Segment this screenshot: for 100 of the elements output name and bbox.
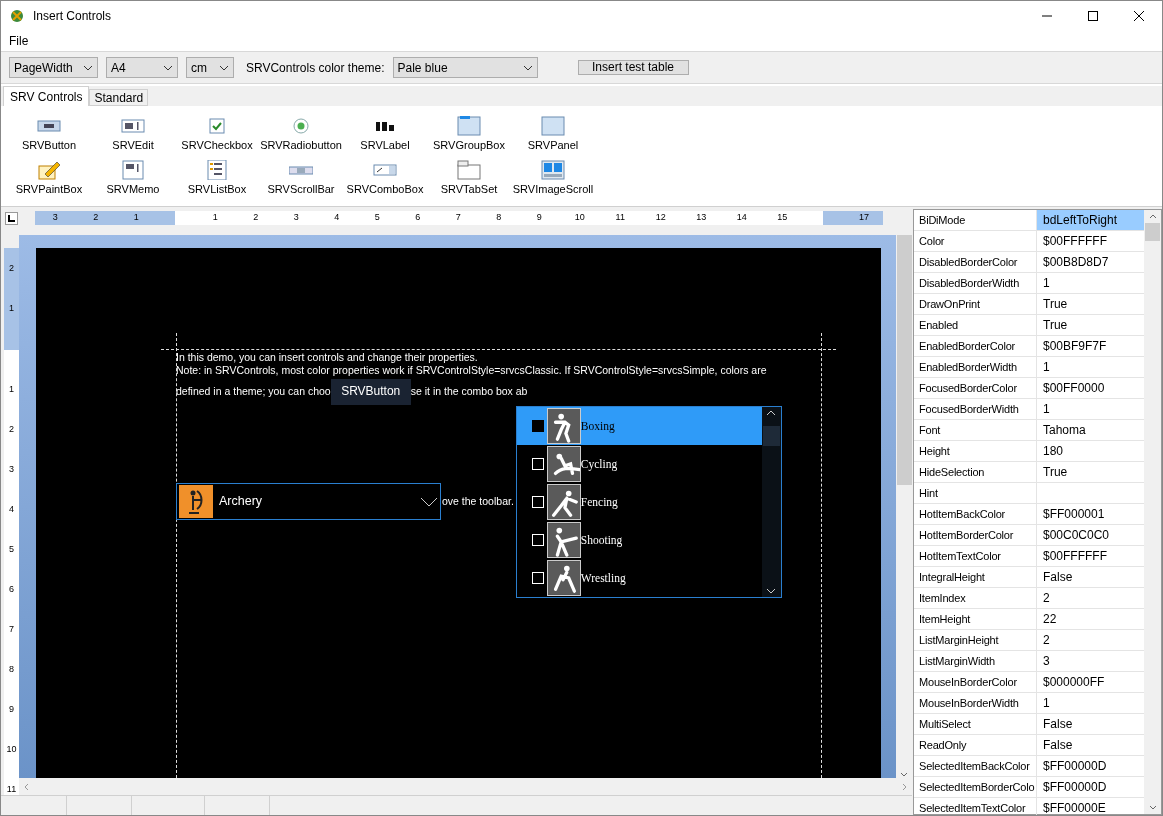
paragraph-text: ove the toolbar. [442,495,514,508]
property-row[interactable]: SelectedItemBackColor $FF00000D [914,756,1144,777]
property-row[interactable]: HotItemBackColor $FF000001 [914,504,1144,525]
inline-button[interactable]: SRVButton [330,378,411,405]
property-row[interactable]: Font Tahoma [914,420,1144,441]
palette-item[interactable]: SRVScrollBar [259,160,343,204]
property-value[interactable]: $00B8D8D7 [1043,255,1109,269]
palette-item[interactable]: SRVGroupBox [427,116,511,160]
property-value[interactable]: $FF00000E [1043,801,1106,815]
property-value[interactable]: 2 [1043,591,1050,605]
property-value[interactable]: 180 [1043,444,1064,458]
property-value[interactable]: $00FFFFFF [1043,549,1107,563]
property-value[interactable]: $000000FF [1043,675,1105,689]
palette-item[interactable]: SRVLabel [343,116,427,160]
property-row[interactable]: HotItemBorderColor $00C0C0C0 [914,525,1144,546]
property-value[interactable]: $00BF9F7F [1043,339,1107,353]
property-row[interactable]: Color $00FFFFFF [914,231,1144,252]
palette-item[interactable]: SRVImageScroll [511,160,595,204]
property-row[interactable]: DisabledBorderWidth 1 [914,273,1144,294]
scrollbar-thumb[interactable] [762,426,780,446]
property-row[interactable]: IntegralHeight False [914,567,1144,588]
property-row[interactable]: MouseInBorderColor $000000FF [914,672,1144,693]
property-value[interactable]: $FF000001 [1043,507,1105,521]
ruler-corner-icon[interactable] [5,211,18,225]
property-value[interactable]: 1 [1043,360,1050,374]
palette-item[interactable]: SRVRadiobutton [259,116,343,160]
insert-table-button[interactable]: Insert test table [577,60,689,75]
property-value[interactable]: False [1043,738,1073,752]
dropdown[interactable]: PageWidth [9,57,98,78]
palette-item[interactable]: SRVEdit [91,116,175,160]
list-item[interactable]: Cycling [516,445,762,483]
property-value[interactable]: True [1043,297,1068,311]
palette-item[interactable]: SRVTabSet [427,160,511,204]
property-name: SelectedItemBackColor [919,760,1030,772]
property-value[interactable]: 22 [1043,612,1057,626]
property-row[interactable]: MultiSelect False [914,714,1144,735]
properties-scrollbar[interactable] [1144,210,1161,814]
property-value[interactable]: 2 [1043,633,1050,647]
scrollbar[interactable] [761,407,781,597]
palette-item[interactable]: SRVListBox [175,160,259,204]
property-row[interactable]: ReadOnly False [914,735,1144,756]
property-row[interactable]: HotItemTextColor $00FFFFFF [914,546,1144,567]
property-value[interactable]: True [1043,318,1068,332]
property-row[interactable]: Hint [914,483,1144,504]
property-value[interactable]: 3 [1043,654,1050,668]
menu-item[interactable]: File [9,32,29,50]
property-row[interactable]: EnabledBorderWidth 1 [914,357,1144,378]
property-value[interactable]: Tahoma [1043,423,1086,437]
property-row[interactable]: MouseInBorderWidth 1 [914,693,1144,714]
palette-item[interactable]: SRVMemo [91,160,175,204]
list-item[interactable]: Shooting [516,521,762,559]
property-value[interactable]: $00FFFFFF [1043,234,1107,248]
property-row[interactable]: SelectedItemBorderColo $FF00000D [914,777,1144,798]
property-row[interactable]: FocusedBorderWidth 1 [914,399,1144,420]
property-name: EnabledBorderWidth [919,361,1017,373]
sport-list-box[interactable]: Boxing Cycling Fencing Shooting Wrestling [515,406,782,598]
tab[interactable]: Standard [89,89,149,106]
property-value[interactable]: False [1043,570,1073,584]
palette-item[interactable]: SRVPanel [511,116,595,160]
property-row[interactable]: Enabled True [914,315,1144,336]
scrollbar-thumb[interactable] [896,235,912,485]
sport-combo-box[interactable]: Archery [176,483,441,520]
scrollbar-thumb[interactable] [1145,223,1160,241]
property-row[interactable]: Height 180 [914,441,1144,462]
dropdown[interactable]: A4 [106,57,178,78]
list-item[interactable]: Boxing [516,407,762,445]
property-value[interactable]: $FF00000D [1043,759,1107,773]
property-value[interactable]: $00C0C0C0 [1043,528,1110,542]
dropdown[interactable]: cm [186,57,234,78]
property-row[interactable]: ListMarginHeight 2 [914,630,1144,651]
palette-item[interactable]: SRVComboBox [343,160,427,204]
property-row[interactable]: HideSelection True [914,462,1144,483]
group-box-icon [457,116,481,136]
palette-item[interactable]: SRVButton [7,116,91,160]
property-row[interactable]: ItemHeight 22 [914,609,1144,630]
property-value[interactable]: 1 [1043,402,1050,416]
property-row[interactable]: FocusedBorderColor $00FF0000 [914,378,1144,399]
property-value[interactable]: False [1043,717,1073,731]
property-value[interactable]: True [1043,465,1068,479]
property-value[interactable]: $00FF0000 [1043,381,1105,395]
tab[interactable]: SRV Controls [3,86,90,106]
palette-item[interactable]: SRVCheckbox [175,116,259,160]
property-name: HotItemTextColor [919,550,1001,562]
list-item[interactable]: Fencing [516,483,762,521]
paragraph-text: se it in the combo box ab [410,385,528,398]
checkbox[interactable] [531,420,544,432]
property-row[interactable]: BiDiMode bdLeftToRight [914,210,1144,231]
property-name: BiDiMode [919,214,966,226]
property-row[interactable]: DrawOnPrint True [914,294,1144,315]
palette-item[interactable]: SRVPaintBox [7,160,91,204]
property-row[interactable]: EnabledBorderColor $00BF9F7F [914,336,1144,357]
property-row[interactable]: DisabledBorderColor $00B8D8D7 [914,252,1144,273]
property-row[interactable]: ItemIndex 2 [914,588,1144,609]
property-value[interactable]: 1 [1043,696,1050,710]
property-row[interactable]: ListMarginWidth 3 [914,651,1144,672]
list-item[interactable]: Wrestling [516,559,762,597]
property-value[interactable]: 1 [1043,276,1050,290]
property-value[interactable]: $FF00000D [1043,780,1107,794]
dropdown[interactable]: Pale blue [392,57,538,78]
property-name: HotItemBorderColor [919,529,1014,541]
